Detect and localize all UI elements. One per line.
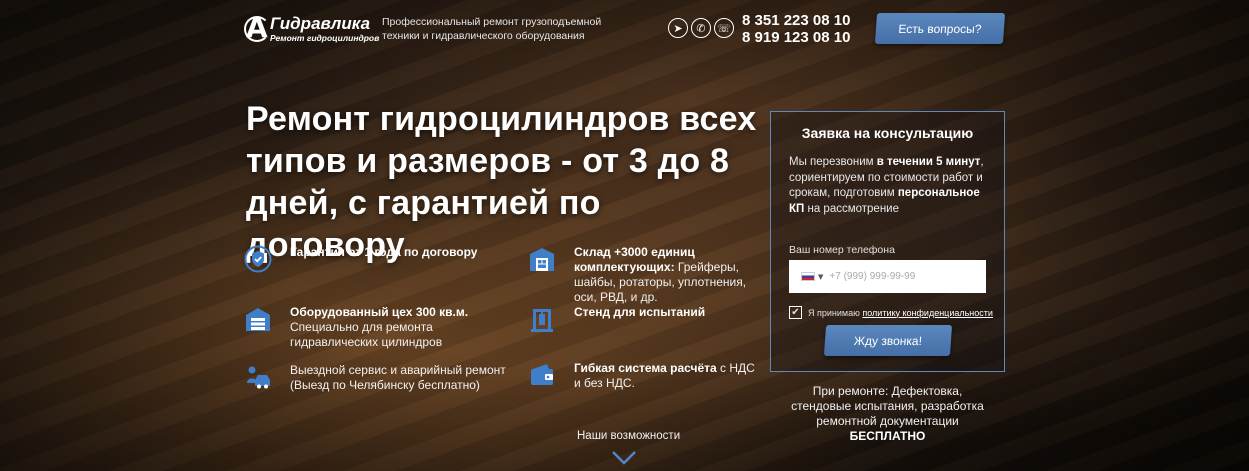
ask-question-button[interactable]: Есть вопросы? bbox=[874, 13, 1006, 44]
consent-checkbox[interactable]: ✔ bbox=[789, 306, 802, 319]
header-tagline: Профессиональный ремонт грузоподъемной т… bbox=[382, 16, 602, 42]
test-stand-icon bbox=[528, 305, 556, 333]
form-desc-bold-1: в течении 5 минут bbox=[876, 156, 981, 168]
feature-workshop: Оборудованный цех 300 кв.м. Специально д… bbox=[244, 305, 524, 350]
logo[interactable]: A Гидравлика Ремонт гидроцилиндров bbox=[244, 11, 380, 44]
feature-field-service: Выездной сервис и аварийный ремонт (Выез… bbox=[244, 363, 524, 393]
storage-icon bbox=[528, 245, 556, 273]
feature-test-stand-title: Стенд для испытаний bbox=[574, 305, 706, 319]
form-title: Заявка на консультацию bbox=[801, 125, 974, 141]
warehouse-icon bbox=[244, 305, 272, 333]
repair-note-free: БЕСПЛАТНО bbox=[849, 429, 926, 443]
chevron-down-icon[interactable]: ▼ bbox=[818, 273, 823, 281]
repair-note: При ремонте: Дефектовка, стендовые испыт… bbox=[790, 384, 985, 444]
feature-payment: Гибкая система расчёта с НДС и без НДС. bbox=[528, 361, 758, 391]
capabilities-link[interactable]: Наши возможности bbox=[577, 430, 680, 442]
privacy-consent: ✔ Я принимаю политику конфиденциальности bbox=[789, 306, 993, 319]
form-desc-part-3: на рассмотрение bbox=[804, 202, 900, 215]
viber-icon[interactable]: ☏ bbox=[714, 18, 734, 38]
feature-payment-title: Гибкая система расчёта bbox=[574, 361, 717, 375]
chevron-down-icon[interactable] bbox=[611, 450, 637, 466]
phone-number-2[interactable]: 8 919 123 08 10 bbox=[742, 29, 850, 46]
logo-subtitle: Ремонт гидроцилиндров bbox=[270, 33, 380, 43]
feature-warranty: Гарантия от 1 года по договору bbox=[244, 245, 504, 273]
phone-placeholder[interactable]: +7 (999) 999-99-99 bbox=[829, 271, 915, 282]
feature-test-stand: Стенд для испытаний bbox=[528, 305, 758, 333]
privacy-policy-link[interactable]: политику конфиденциальности bbox=[862, 308, 993, 318]
feature-warranty-title: Гарантия от 1 года по договору bbox=[290, 245, 478, 259]
shield-check-icon bbox=[244, 245, 272, 273]
messenger-links: ➤ ✆ ☏ bbox=[668, 18, 734, 40]
logo-title: Гидравлика bbox=[270, 14, 371, 33]
repair-note-text: При ремонте: Дефектовка, стендовые испыт… bbox=[791, 384, 984, 428]
phone-numbers: 8 351 223 08 10 8 919 123 08 10 bbox=[742, 12, 850, 46]
russia-flag-icon[interactable] bbox=[801, 272, 815, 281]
consent-text: Я принимаю bbox=[808, 307, 863, 318]
feature-workshop-text: Специально для ремонта гидравлических ци… bbox=[290, 320, 443, 349]
feature-workshop-title: Оборудованный цех 300 кв.м. bbox=[290, 305, 469, 319]
phone-number-1[interactable]: 8 351 223 08 10 bbox=[742, 12, 850, 29]
whatsapp-icon[interactable]: ✆ bbox=[691, 18, 711, 38]
service-car-icon bbox=[244, 363, 272, 391]
wallet-icon bbox=[528, 361, 556, 389]
phone-field[interactable]: ▼ +7 (999) 999-99-99 bbox=[789, 260, 986, 293]
form-desc-part-1: Мы перезвоним bbox=[789, 156, 877, 168]
feature-stock: Склад +3000 единиц комплектующих: Грейфе… bbox=[528, 245, 758, 305]
hero-headline: Ремонт гидроцилиндров всех типов и разме… bbox=[246, 100, 757, 264]
logo-mark-icon: A bbox=[246, 11, 268, 44]
telegram-icon[interactable]: ➤ bbox=[668, 18, 688, 38]
request-call-button[interactable]: Жду звонка! bbox=[823, 325, 953, 356]
consultation-form: Заявка на консультацию Мы перезвоним в т… bbox=[770, 111, 1005, 372]
feature-field-service-text: Выездной сервис и аварийный ремонт (Выез… bbox=[290, 363, 506, 392]
phone-field-label: Ваш номер телефона bbox=[789, 244, 895, 256]
form-description: Мы перезвоним в течении 5 минут, сориент… bbox=[789, 155, 994, 217]
